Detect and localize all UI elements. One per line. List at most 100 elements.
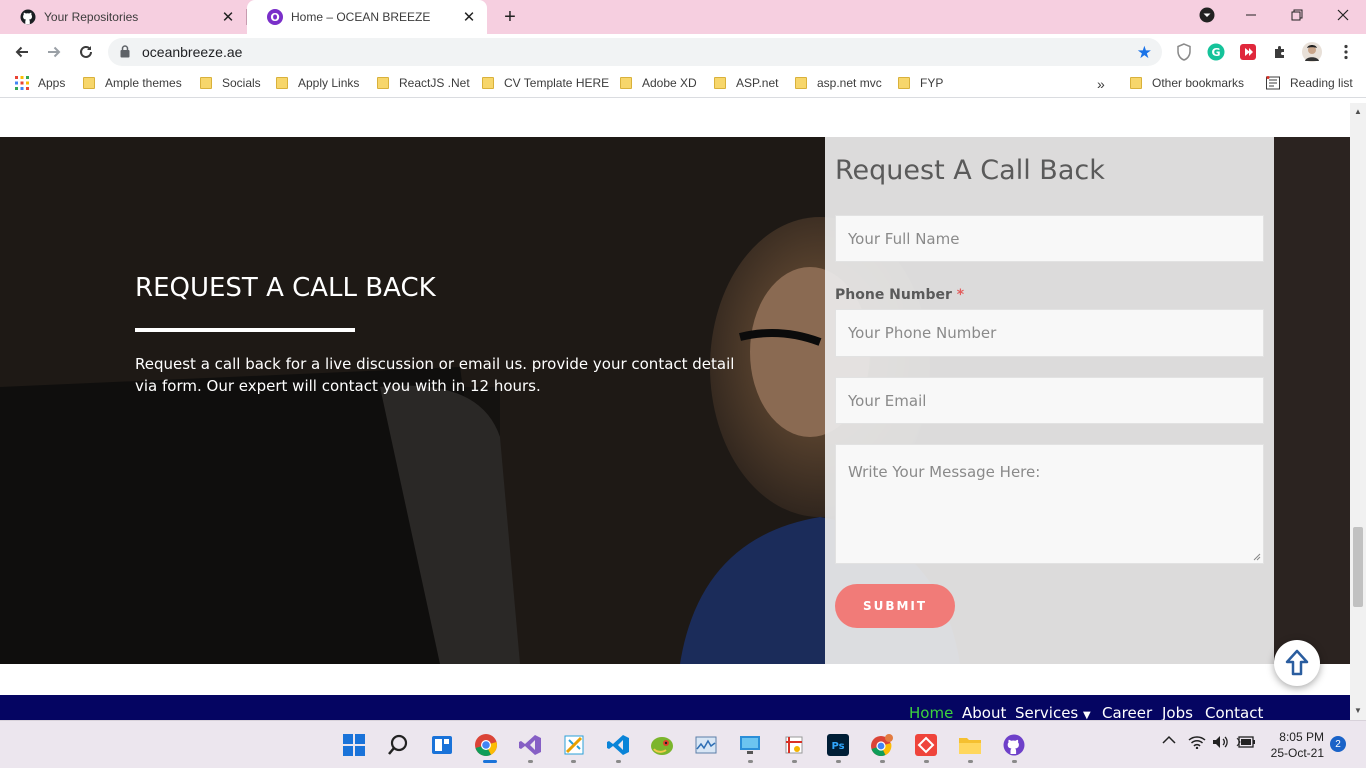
puzzle-extensions-icon[interactable]	[1270, 42, 1290, 62]
resize-handle-icon[interactable]	[1253, 553, 1261, 561]
bookmark-folder[interactable]: Apply Links	[276, 76, 359, 90]
close-window-button[interactable]	[1320, 0, 1366, 30]
grammarly-icon[interactable]: G	[1206, 42, 1226, 62]
new-tab-button[interactable]: +	[499, 6, 521, 28]
chrome-profile-icon[interactable]	[868, 731, 896, 759]
bookmark-folder[interactable]: Adobe XD	[620, 76, 697, 90]
heading-underline	[135, 328, 355, 332]
nav-home[interactable]: Home	[909, 704, 953, 720]
arrow-up-icon	[1285, 649, 1309, 676]
reload-icon	[80, 45, 92, 58]
running-app-indicator	[571, 760, 576, 763]
performance-monitor-icon[interactable]	[692, 731, 720, 759]
tab-search-button[interactable]	[1184, 0, 1230, 30]
file-explorer-icon[interactable]	[956, 731, 984, 759]
shield-extension-icon[interactable]	[1174, 42, 1194, 62]
vscode-icon[interactable]	[604, 731, 632, 759]
web-page: REQUEST A CALL BACK Request a call back …	[0, 103, 1350, 720]
message-placeholder: Write Your Message Here:	[848, 463, 1041, 481]
nav-services[interactable]: Services ▼	[1015, 704, 1091, 720]
search-icon[interactable]	[384, 731, 412, 759]
windows-taskbar: Ps 8:05 PM 25-Oct-21 2	[0, 720, 1366, 768]
volume-icon[interactable]	[1212, 735, 1230, 749]
close-tab-icon[interactable]: ✕	[220, 9, 236, 26]
close-icon	[1337, 9, 1349, 21]
email-input[interactable]: Your Email	[835, 377, 1264, 424]
tab-title: Your Repositories	[44, 10, 139, 24]
bookmark-folder[interactable]: FYP	[898, 76, 943, 90]
message-textarea[interactable]: Write Your Message Here:	[835, 444, 1264, 564]
nav-career[interactable]: Career	[1102, 704, 1152, 720]
clock-time: 8:05 PM	[1279, 730, 1324, 744]
full-name-input[interactable]: Your Full Name	[835, 215, 1264, 262]
bookmarks-overflow-button[interactable]: »	[1097, 76, 1105, 92]
notification-badge[interactable]: 2	[1330, 736, 1346, 752]
bookmark-folder[interactable]: asp.net mvc	[795, 76, 882, 90]
system-clock[interactable]: 8:05 PM 25-Oct-21	[1268, 729, 1324, 761]
scrollbar-thumb[interactable]	[1353, 527, 1363, 607]
close-tab-icon[interactable]: ✕	[461, 9, 477, 26]
show-hidden-icons-chevron-icon[interactable]	[1162, 735, 1176, 745]
bookmark-folder[interactable]: ReactJS .Net	[377, 76, 470, 90]
task-view-icon[interactable]	[428, 731, 456, 759]
bookmark-star-icon[interactable]: ★	[1137, 43, 1152, 63]
wifi-icon[interactable]	[1188, 735, 1206, 749]
visual-studio-icon[interactable]	[516, 731, 544, 759]
minimize-button[interactable]	[1228, 0, 1274, 30]
tab-your-repositories[interactable]: Your Repositories ✕	[0, 0, 246, 34]
address-bar[interactable]: oceanbreeze.ae ★	[108, 38, 1162, 66]
bookmark-other-bookmarks[interactable]: Other bookmarks	[1130, 76, 1244, 90]
github-desktop-icon[interactable]	[1000, 731, 1028, 759]
tab-strip: Your Repositories ✕ O Home – OCEAN BREEZ…	[0, 0, 1366, 34]
running-app-indicator	[528, 760, 533, 763]
anydesk-icon[interactable]	[912, 731, 940, 759]
nav-about[interactable]: About	[962, 704, 1006, 720]
active-app-indicator	[483, 760, 497, 763]
forward-button[interactable]	[42, 40, 66, 64]
required-marker: *	[956, 287, 965, 303]
oceanbreeze-icon: O	[267, 9, 283, 25]
nav-contact[interactable]: Contact	[1205, 704, 1263, 720]
back-button[interactable]	[10, 40, 34, 64]
phone-number-input[interactable]: Your Phone Number	[835, 309, 1264, 357]
bookmark-folder[interactable]: ASP.net	[714, 76, 778, 90]
github-icon	[20, 9, 36, 25]
callback-form: Request A Call Back Your Full Name Phone…	[825, 137, 1274, 664]
scroll-up-arrow-icon[interactable]: ▲	[1354, 107, 1362, 116]
profile-avatar[interactable]	[1302, 42, 1322, 62]
submit-button[interactable]: SUBMIT	[835, 584, 955, 628]
scroll-to-top-button[interactable]	[1274, 640, 1320, 686]
windows-start-icon[interactable]	[340, 731, 368, 759]
nav-services-label: Services	[1015, 704, 1079, 720]
chameleon-app-icon[interactable]	[648, 731, 676, 759]
page-scrollbar[interactable]: ▲ ▼	[1350, 103, 1366, 720]
browser-toolbar: oceanbreeze.ae ★ G	[0, 34, 1366, 70]
folder-icon	[898, 77, 910, 89]
reload-button[interactable]	[74, 40, 98, 64]
bookmark-apps[interactable]: Apps	[15, 76, 65, 90]
form-title: Request A Call Back	[835, 155, 1105, 186]
photoshop-icon[interactable]: Ps	[824, 731, 852, 759]
chrome-icon[interactable]	[472, 731, 500, 759]
scroll-down-arrow-icon[interactable]: ▼	[1354, 706, 1362, 715]
running-app-indicator	[836, 760, 841, 763]
bookmark-folder[interactable]: Ample themes	[83, 76, 182, 90]
tab-home-ocean-breeze[interactable]: O Home – OCEAN BREEZE ✕	[247, 0, 487, 34]
bookmark-folder[interactable]: CV Template HERE	[482, 76, 609, 90]
reading-list-button[interactable]: Reading list	[1266, 76, 1353, 90]
minimize-icon	[1246, 14, 1256, 16]
bookmark-folder[interactable]: Socials	[200, 76, 261, 90]
tool-app-icon[interactable]	[560, 731, 588, 759]
section-heading: REQUEST A CALL BACK	[135, 273, 436, 303]
restore-button[interactable]	[1274, 0, 1320, 30]
running-app-indicator	[968, 760, 973, 763]
menu-kebab-icon[interactable]	[1336, 42, 1356, 62]
chevron-down-icon: ▼	[1083, 710, 1091, 720]
battery-icon[interactable]	[1236, 735, 1256, 749]
recorder-extension-icon[interactable]	[1238, 42, 1258, 62]
apps-grid-icon	[15, 76, 29, 90]
nav-jobs[interactable]: Jobs	[1162, 704, 1193, 720]
footer-nav: Home About Services ▼ Career Jobs Contac…	[0, 695, 1350, 720]
remote-desktop-icon[interactable]	[736, 731, 764, 759]
snipping-tool-icon[interactable]	[780, 731, 808, 759]
